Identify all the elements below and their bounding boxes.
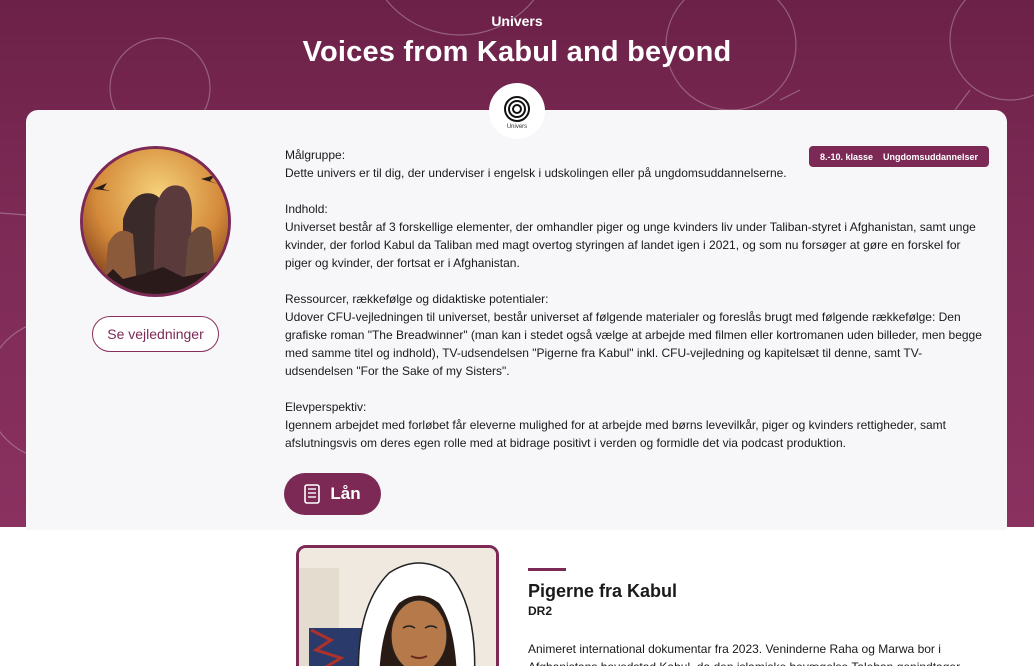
univers-logo: Univers bbox=[489, 83, 545, 139]
resources-section: Ressourcer, rækkefølge og didaktiske pot… bbox=[285, 290, 985, 380]
target-icon bbox=[504, 96, 530, 122]
universe-image bbox=[80, 146, 231, 297]
content-heading: Indhold: bbox=[285, 202, 328, 216]
student-text: Igennem arbejdet med forløbet får elever… bbox=[285, 418, 947, 450]
item-channel: DR2 bbox=[528, 604, 553, 618]
item-title[interactable]: Pigerne fra Kabul bbox=[528, 581, 677, 602]
description: Målgruppe: Dette univers er til dig, der… bbox=[285, 146, 985, 470]
student-heading: Elevperspektiv: bbox=[285, 400, 367, 414]
item-description: Animeret international dokumentar fra 20… bbox=[528, 642, 960, 666]
page-title: Voices from Kabul and beyond bbox=[302, 36, 732, 68]
target-text: Dette univers er til dig, der underviser… bbox=[285, 166, 787, 180]
eyebrow-label: Univers bbox=[491, 13, 543, 29]
loan-button-label: Lån bbox=[330, 484, 361, 503]
target-heading: Målgruppe: bbox=[285, 148, 346, 162]
target-section: Målgruppe: Dette univers er til dig, der… bbox=[285, 146, 985, 182]
logo-caption: Univers bbox=[506, 124, 528, 130]
accent-divider bbox=[528, 568, 566, 571]
book-icon bbox=[304, 484, 321, 504]
content-section: Indhold: Universet består af 3 forskelli… bbox=[285, 200, 985, 272]
student-section: Elevperspektiv: Igennem arbejdet med for… bbox=[285, 398, 985, 452]
item-thumbnail[interactable] bbox=[296, 545, 499, 666]
guides-button[interactable]: Se vejledninger bbox=[92, 316, 219, 352]
content-text: Universet består af 3 forskellige elemen… bbox=[285, 220, 976, 270]
loan-button[interactable]: Lån bbox=[284, 473, 381, 515]
resources-text: Udover CFU-vejledningen til universet, b… bbox=[285, 310, 982, 378]
resources-heading: Ressourcer, rækkefølge og didaktiske pot… bbox=[285, 292, 549, 306]
